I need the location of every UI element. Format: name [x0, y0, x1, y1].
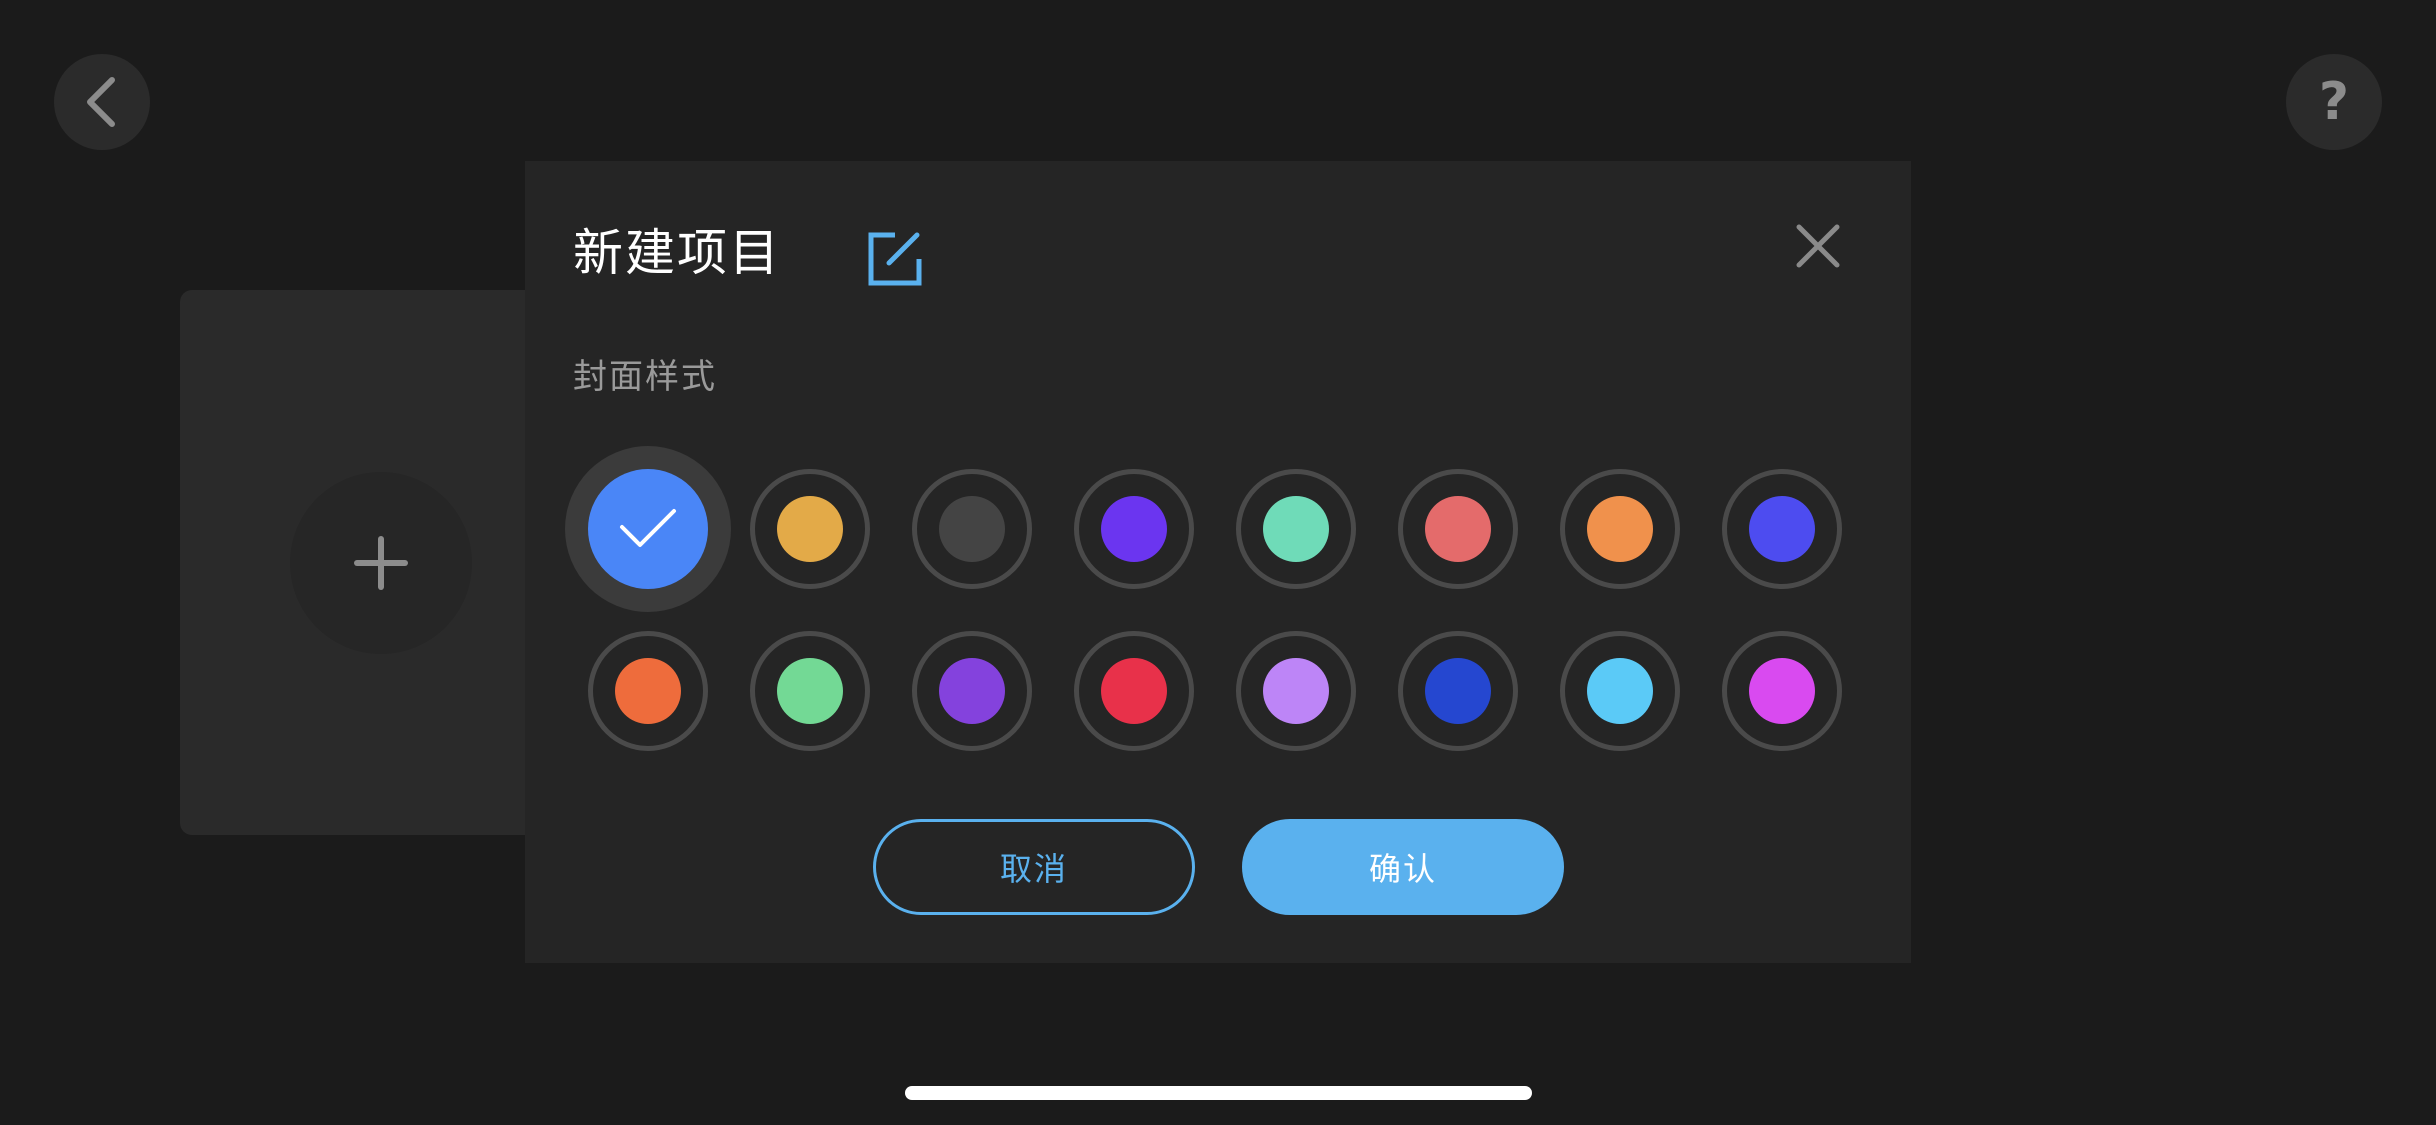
color-swatch[interactable]	[1722, 631, 1842, 751]
color-swatch[interactable]	[588, 631, 708, 751]
back-button[interactable]	[54, 54, 150, 150]
cover-style-label: 封面样式	[573, 357, 717, 397]
color-dot	[1425, 496, 1491, 562]
color-dot	[588, 469, 708, 589]
new-project-dialog: 新建项目 封面样式 取消 确认	[525, 161, 1911, 963]
help-icon: ?	[2318, 72, 2350, 132]
screen: ? 新建项目 封面样式 取消 确认	[0, 0, 2436, 1125]
color-dot	[1101, 658, 1167, 724]
color-swatch[interactable]	[1560, 469, 1680, 589]
home-indicator	[905, 1086, 1532, 1100]
close-icon[interactable]	[1793, 221, 1843, 271]
color-swatch[interactable]	[750, 631, 870, 751]
color-swatch[interactable]	[1074, 631, 1194, 751]
color-swatch[interactable]	[912, 469, 1032, 589]
color-swatch[interactable]	[1722, 469, 1842, 589]
color-dot	[1101, 496, 1167, 562]
plus-icon	[354, 536, 408, 590]
color-dot	[1587, 658, 1653, 724]
color-dot	[1749, 496, 1815, 562]
chevron-left-icon	[87, 77, 115, 127]
color-swatch[interactable]	[1236, 631, 1356, 751]
color-swatch[interactable]	[1398, 469, 1518, 589]
color-dot	[1263, 658, 1329, 724]
color-dot	[615, 658, 681, 724]
color-dot	[1749, 658, 1815, 724]
color-dot	[1263, 496, 1329, 562]
edit-icon[interactable]	[865, 229, 925, 289]
color-swatch[interactable]	[912, 631, 1032, 751]
color-swatch[interactable]	[1236, 469, 1356, 589]
color-swatch[interactable]	[1074, 469, 1194, 589]
color-dot	[777, 496, 843, 562]
cover-color-picker	[565, 446, 1865, 776]
color-dot	[1425, 658, 1491, 724]
check-icon	[620, 509, 676, 547]
color-swatch[interactable]	[565, 446, 731, 612]
color-swatch[interactable]	[750, 469, 870, 589]
color-dot	[939, 496, 1005, 562]
confirm-button[interactable]: 确认	[1242, 819, 1564, 915]
color-dot	[1587, 496, 1653, 562]
dialog-title: 新建项目	[573, 224, 781, 282]
add-project-button[interactable]	[290, 472, 472, 654]
help-button[interactable]: ?	[2286, 54, 2382, 150]
color-dot	[939, 658, 1005, 724]
color-swatch[interactable]	[1398, 631, 1518, 751]
color-swatch[interactable]	[1560, 631, 1680, 751]
cancel-button[interactable]: 取消	[873, 819, 1195, 915]
color-dot	[777, 658, 843, 724]
